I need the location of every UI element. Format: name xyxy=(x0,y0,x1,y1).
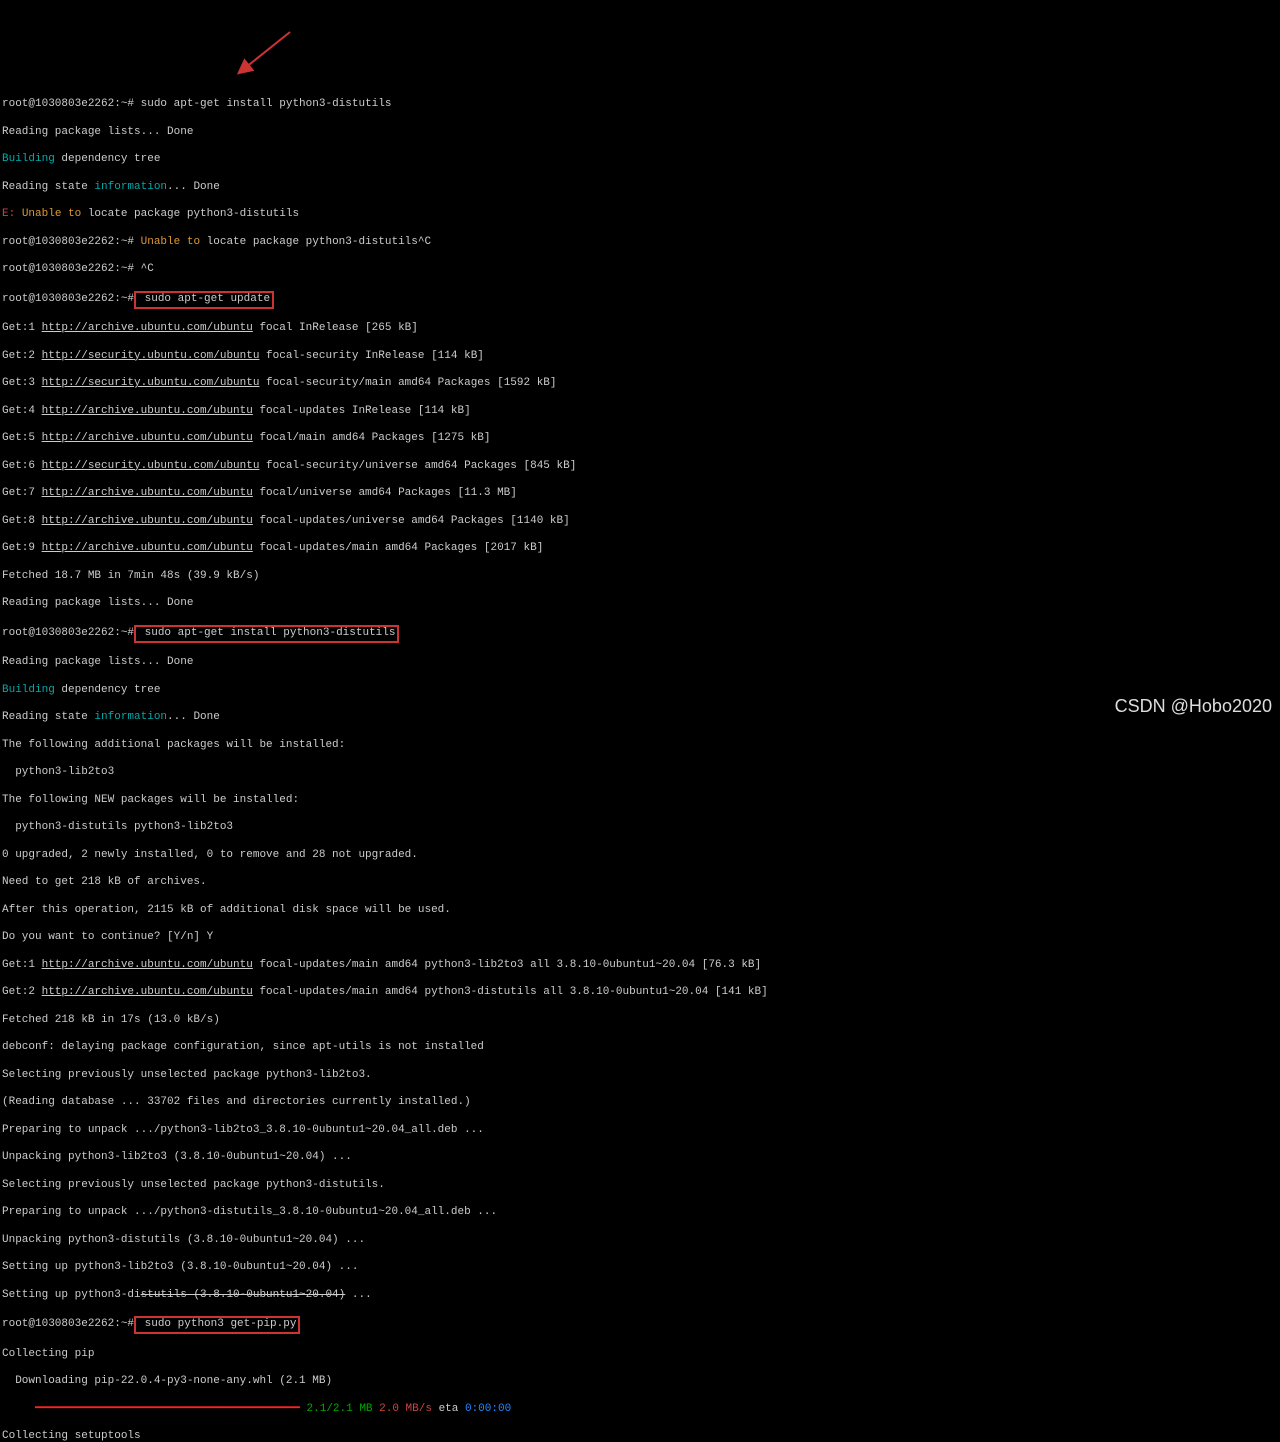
cmd-line: root@1030803e2262:~# sudo apt-get instal… xyxy=(2,98,1278,112)
output-line: Building dependency tree xyxy=(2,153,1278,167)
output-line: Reading state information... Done xyxy=(2,711,1278,725)
output-line: Get:1 http://archive.ubuntu.com/ubuntu f… xyxy=(2,959,1278,973)
output-line: Fetched 218 kB in 17s (13.0 kB/s) xyxy=(2,1014,1278,1028)
output-line: Unpacking python3-lib2to3 (3.8.10-0ubunt… xyxy=(2,1151,1278,1165)
output-line: Reading package lists... Done xyxy=(2,597,1278,611)
output-line: debconf: delaying package configuration,… xyxy=(2,1041,1278,1055)
cmd-line: root@1030803e2262:~# sudo apt-get instal… xyxy=(2,625,1278,643)
output-line: Setting up python3-lib2to3 (3.8.10-0ubun… xyxy=(2,1261,1278,1275)
output-line: Fetched 18.7 MB in 7min 48s (39.9 kB/s) xyxy=(2,570,1278,584)
output-line: Get:5 http://archive.ubuntu.com/ubuntu f… xyxy=(2,432,1278,446)
output-line: Reading package lists... Done xyxy=(2,126,1278,140)
progress-line: ━━━━━━━━━━━━━━━━━━━━━━━━━━━━━━━━━━━━━━━━… xyxy=(2,1403,1278,1417)
output-line: Unpacking python3-distutils (3.8.10-0ubu… xyxy=(2,1234,1278,1248)
output-line: Get:7 http://archive.ubuntu.com/ubuntu f… xyxy=(2,487,1278,501)
output-line: Get:6 http://security.ubuntu.com/ubuntu … xyxy=(2,460,1278,474)
output-line: Building dependency tree xyxy=(2,684,1278,698)
output-line: Do you want to continue? [Y/n] Y xyxy=(2,931,1278,945)
terminal[interactable]: root@1030803e2262:~# sudo apt-get instal… xyxy=(0,83,1280,1442)
output-line: Reading package lists... Done xyxy=(2,656,1278,670)
output-line: (Reading database ... 33702 files and di… xyxy=(2,1096,1278,1110)
output-line: Downloading pip-22.0.4-py3-none-any.whl … xyxy=(2,1375,1278,1389)
highlight-cmd-getpip: sudo python3 get-pip.py xyxy=(134,1316,300,1334)
output-line: Collecting pip xyxy=(2,1348,1278,1362)
error-line: E: Unable to locate package python3-dist… xyxy=(2,208,1278,222)
output-line: python3-distutils python3-lib2to3 xyxy=(2,821,1278,835)
output-line: Get:2 http://security.ubuntu.com/ubuntu … xyxy=(2,350,1278,364)
output-line: Get:4 http://archive.ubuntu.com/ubuntu f… xyxy=(2,405,1278,419)
output-line: Get:8 http://archive.ubuntu.com/ubuntu f… xyxy=(2,515,1278,529)
output-line: Need to get 218 kB of archives. xyxy=(2,876,1278,890)
cmd-line: root@1030803e2262:~# Unable to locate pa… xyxy=(2,236,1278,250)
cmd-line: root@1030803e2262:~# ^C xyxy=(2,263,1278,277)
output-line: Selecting previously unselected package … xyxy=(2,1179,1278,1193)
output-line: Get:2 http://archive.ubuntu.com/ubuntu f… xyxy=(2,986,1278,1000)
annotation-arrow xyxy=(230,22,300,92)
output-line: Get:9 http://archive.ubuntu.com/ubuntu f… xyxy=(2,542,1278,556)
cmd-line: root@1030803e2262:~# sudo apt-get update xyxy=(2,291,1278,309)
output-line: The following NEW packages will be insta… xyxy=(2,794,1278,808)
output-line: 0 upgraded, 2 newly installed, 0 to remo… xyxy=(2,849,1278,863)
output-line: Preparing to unpack .../python3-lib2to3_… xyxy=(2,1124,1278,1138)
output-line: Collecting setuptools xyxy=(2,1430,1278,1442)
output-line: python3-lib2to3 xyxy=(2,766,1278,780)
output-line: Selecting previously unselected package … xyxy=(2,1069,1278,1083)
output-line: Get:3 http://security.ubuntu.com/ubuntu … xyxy=(2,377,1278,391)
output-line: Setting up python3-distutils (3.8.10-0ub… xyxy=(2,1289,1278,1303)
highlight-cmd-update: sudo apt-get update xyxy=(134,291,274,309)
output-line: After this operation, 2115 kB of additio… xyxy=(2,904,1278,918)
output-line: Get:1 http://archive.ubuntu.com/ubuntu f… xyxy=(2,322,1278,336)
cmd-line: root@1030803e2262:~# sudo python3 get-pi… xyxy=(2,1316,1278,1334)
output-line: Preparing to unpack .../python3-distutil… xyxy=(2,1206,1278,1220)
output-line: The following additional packages will b… xyxy=(2,739,1278,753)
output-line: Reading state information... Done xyxy=(2,181,1278,195)
watermark: CSDN @Hobo2020 xyxy=(1115,695,1272,718)
highlight-cmd-install: sudo apt-get install python3-distutils xyxy=(134,625,399,643)
